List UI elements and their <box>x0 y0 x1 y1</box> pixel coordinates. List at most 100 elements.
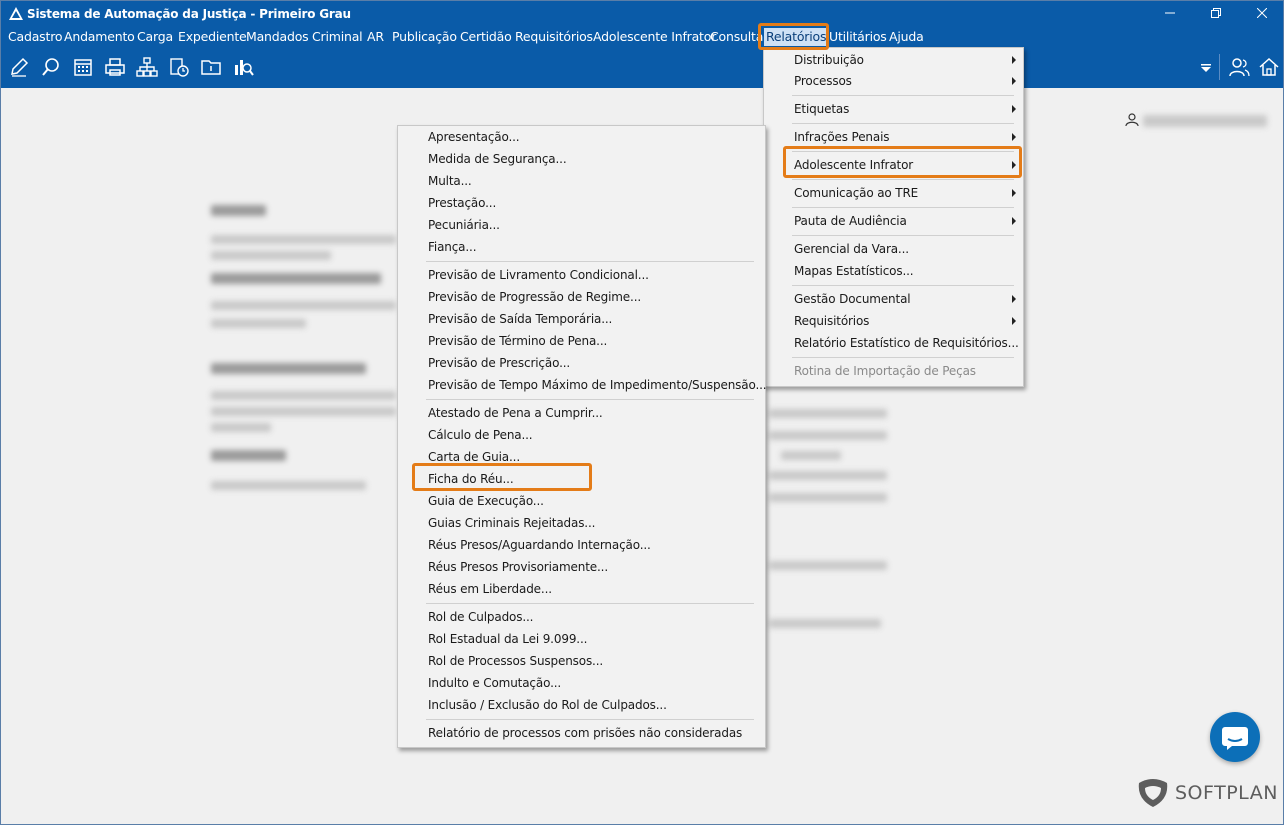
menu-expediente[interactable]: Expediente <box>176 28 249 46</box>
restore-button[interactable] <box>1193 1 1239 25</box>
window-title: Sistema de Automação da Justiça - Primei… <box>27 7 351 21</box>
menu-separator <box>792 357 1014 358</box>
menu-item-mapas-estatisticos[interactable]: Mapas Estatísticos... <box>794 260 1022 282</box>
submenu-item-fianca[interactable]: Fiança... <box>428 236 477 258</box>
submenu-item-previsao-saida[interactable]: Previsão de Saída Temporária... <box>428 308 612 330</box>
folder-icon[interactable] <box>200 56 222 78</box>
submenu-item-previsao-tempo-maximo[interactable]: Previsão de Tempo Máximo de Impedimento/… <box>428 374 767 396</box>
users-icon[interactable] <box>1228 56 1250 78</box>
menu-publicacao[interactable]: Publicação <box>390 28 459 46</box>
submenu-item-inclusao-exclusao-rol[interactable]: Inclusão / Exclusão do Rol de Culpados..… <box>428 694 667 716</box>
toolbar-divider <box>1219 54 1220 80</box>
close-button[interactable] <box>1239 1 1283 25</box>
submenu-item-guia-execucao[interactable]: Guia de Execução... <box>428 490 544 512</box>
submenu-item-pecuniaria[interactable]: Pecuniária... <box>428 214 500 236</box>
blurred-line <box>211 235 396 244</box>
blurred-line <box>211 423 271 432</box>
submenu-item-relatorio-prisoes-nao-consideradas[interactable]: Relatório de processos com prisões não c… <box>428 722 742 744</box>
menu-item-distribuicao[interactable]: Distribuição <box>794 49 1022 71</box>
blurred-heading <box>211 205 266 216</box>
submenu-item-guias-rejeitadas[interactable]: Guias Criminais Rejeitadas... <box>428 512 595 534</box>
menu-item-label: Processos <box>794 74 852 88</box>
submenu-arrow-icon <box>1012 56 1016 64</box>
submenu-item-multa[interactable]: Multa... <box>428 170 472 192</box>
adolescente-infrator-submenu: Apresentação... Medida de Segurança... M… <box>397 125 767 748</box>
submenu-item-rol-processos-suspensos[interactable]: Rol de Processos Suspensos... <box>428 650 603 672</box>
close-icon <box>1257 8 1267 18</box>
user-icon <box>1125 113 1139 127</box>
menu-item-adolescente-infrator[interactable]: Adolescente Infrator <box>794 154 1022 176</box>
app-logo-icon <box>9 7 23 20</box>
submenu-item-previsao-prescricao[interactable]: Previsão de Prescrição... <box>428 352 570 374</box>
submenu-item-previsao-livramento[interactable]: Previsão de Livramento Condicional... <box>428 264 649 286</box>
menu-criminal[interactable]: Criminal <box>310 28 364 46</box>
submenu-item-rol-estadual[interactable]: Rol Estadual da Lei 9.099... <box>428 628 587 650</box>
menu-item-infracoes-penais[interactable]: Infrações Penais <box>794 126 1022 148</box>
softplan-logo-icon <box>1138 779 1168 807</box>
menu-separator <box>426 603 754 604</box>
menu-item-relatorio-estatistico-requisitorios[interactable]: Relatório Estatístico de Requisitórios..… <box>794 332 1022 354</box>
blurred-line <box>769 561 887 570</box>
home-icon[interactable] <box>1258 56 1280 78</box>
submenu-item-previsao-termino[interactable]: Previsão de Término de Pena... <box>428 330 607 352</box>
menu-item-label: Requisitórios <box>794 314 870 328</box>
blurred-line <box>211 251 331 260</box>
dropdown-arrow-icon[interactable] <box>1195 56 1217 78</box>
submenu-arrow-icon <box>1012 105 1016 113</box>
menu-mandados[interactable]: Mandados <box>244 28 310 46</box>
submenu-item-atestado-pena[interactable]: Atestado de Pena a Cumprir... <box>428 402 603 424</box>
calendar-icon[interactable] <box>72 56 94 78</box>
submenu-item-apresentacao[interactable]: Apresentação... <box>428 126 520 148</box>
submenu-item-reus-presos-aguardando[interactable]: Réus Presos/Aguardando Internação... <box>428 534 651 556</box>
submenu-item-ficha-reu[interactable]: Ficha do Réu... <box>428 468 514 490</box>
menu-carga[interactable]: Carga <box>135 28 175 46</box>
menu-utilitarios[interactable]: Utilitários <box>827 28 889 46</box>
menu-requisitorios[interactable]: Requisitórios <box>513 28 595 46</box>
blurred-line <box>211 301 396 310</box>
submenu-item-reus-liberdade[interactable]: Réus em Liberdade... <box>428 578 552 600</box>
menu-ajuda[interactable]: Ajuda <box>887 28 926 46</box>
submenu-item-reus-presos-provisoriamente[interactable]: Réus Presos Provisoriamente... <box>428 556 608 578</box>
softplan-logo: SOFTPLAN <box>1137 776 1278 810</box>
blurred-line <box>211 319 306 328</box>
submenu-item-carta-guia[interactable]: Carta de Guia... <box>428 446 520 468</box>
statistics-icon[interactable] <box>232 56 254 78</box>
submenu-item-medida-seguranca[interactable]: Medida de Segurança... <box>428 148 567 170</box>
menu-separator <box>792 285 1014 286</box>
menu-separator <box>426 399 754 400</box>
search-doc-icon[interactable] <box>40 56 62 78</box>
chat-button[interactable] <box>1210 712 1260 762</box>
submenu-arrow-icon <box>1012 161 1016 169</box>
submenu-item-previsao-progressao[interactable]: Previsão de Progressão de Regime... <box>428 286 641 308</box>
menu-ar[interactable]: AR <box>365 28 386 46</box>
menu-certidao[interactable]: Certidão <box>458 28 514 46</box>
submenu-arrow-icon <box>1012 133 1016 141</box>
menu-adolescente-infrator[interactable]: Adolescente Infrator <box>591 28 718 46</box>
menu-item-gestao-documental[interactable]: Gestão Documental <box>794 288 1022 310</box>
edit-icon[interactable] <box>8 56 30 78</box>
menu-consulta[interactable]: Consulta <box>708 28 765 46</box>
menu-item-processos[interactable]: Processos <box>794 70 1022 92</box>
submenu-item-rol-culpados[interactable]: Rol de Culpados... <box>428 606 534 628</box>
blurred-heading <box>211 273 381 284</box>
menu-separator <box>426 261 754 262</box>
submenu-item-calculo-pena[interactable]: Cálculo de Pena... <box>428 424 533 446</box>
menu-item-etiquetas[interactable]: Etiquetas <box>794 98 1022 120</box>
printer-icon[interactable] <box>104 56 126 78</box>
menu-item-comunicacao-tre[interactable]: Comunicação ao TRE <box>794 182 1022 204</box>
queue-icon[interactable] <box>168 56 190 78</box>
menu-item-gerencial-vara[interactable]: Gerencial da Vara... <box>794 238 1022 260</box>
menu-relatorios[interactable]: Relatórios <box>764 28 829 46</box>
submenu-item-indulto-comutacao[interactable]: Indulto e Comutação... <box>428 672 561 694</box>
menu-separator <box>792 95 1014 96</box>
menu-item-requisitorios[interactable]: Requisitórios <box>794 310 1022 332</box>
menu-item-pauta-audiencia[interactable]: Pauta de Audiência <box>794 210 1022 232</box>
menu-cadastro[interactable]: Cadastro <box>6 28 64 46</box>
title-bar: Sistema de Automação da Justiça - Primei… <box>1 1 1283 26</box>
menu-andamento[interactable]: Andamento <box>62 28 137 46</box>
hierarchy-icon[interactable] <box>136 56 158 78</box>
submenu-item-prestacao[interactable]: Prestação... <box>428 192 496 214</box>
chat-icon <box>1222 727 1248 750</box>
blurred-line <box>211 407 396 416</box>
minimize-button[interactable] <box>1147 1 1193 25</box>
